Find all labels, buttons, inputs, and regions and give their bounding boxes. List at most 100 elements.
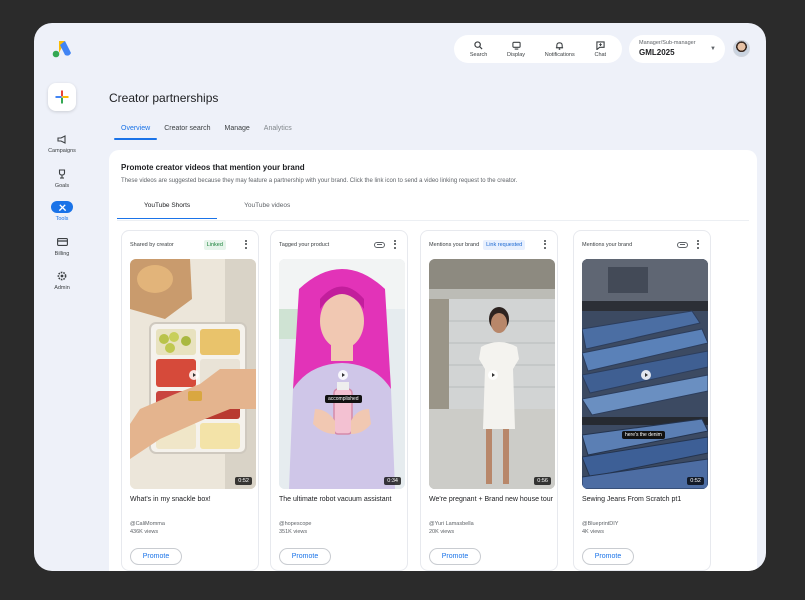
video-duration: 0:56 [534,477,551,485]
promote-button[interactable]: Promote [429,548,481,565]
video-card[interactable]: Shared by creator Linked 0:52 What's in … [121,230,259,571]
video-duration: 0:34 [384,477,401,485]
page-title: Creator partnerships [109,91,219,105]
rail-label-goals: Goals [54,183,70,189]
nav-search-label: Search [469,51,488,58]
rail-item-billing[interactable]: Billing [34,236,90,257]
tab-creator-search[interactable]: Creator search [157,119,217,140]
promote-panel: Promote creator videos that mention your… [109,150,757,571]
avatar[interactable] [733,40,750,57]
rail-item-tools[interactable]: Tools [34,201,90,222]
top-navigation: Search Display Notifications Chat [454,35,622,63]
video-card[interactable]: Mentions your brand here's the denim 0:5… [573,230,711,571]
video-thumbnail[interactable]: here's the denim 0:52 [582,259,708,489]
view-count: 4K views [582,529,605,535]
display-icon [511,41,521,50]
video-title[interactable]: The ultimate robot vacuum assistant [279,495,403,505]
play-icon[interactable] [189,370,199,380]
nav-chat[interactable]: Chat [594,40,607,58]
creator-handle[interactable]: @BlueprintDIY [582,520,618,528]
video-card[interactable]: Tagged your product accomplished 0:34 Th… [270,230,408,571]
creator-handle[interactable]: @Yuri Lamasbella [429,520,474,528]
tools-icon [58,203,66,211]
more-options-icon[interactable] [544,240,547,249]
video-title[interactable]: We're pregnant + Brand new house tour [429,495,553,505]
video-duration: 0:52 [687,477,704,485]
card-source-tag: Mentions your brand [429,242,480,248]
account-selector[interactable]: Manager/Sub-manager GML2025 ▼ [629,35,725,63]
rail-label-campaigns: Campaigns [48,148,76,154]
gear-icon [57,271,67,281]
rail-label-admin: Admin [54,285,70,291]
link-icon[interactable] [677,242,688,248]
video-title[interactable]: What's in my snackle box! [130,495,254,505]
video-overlay-caption: here's the denim [622,431,665,439]
creator-info: @hopescope 351K views [279,520,312,536]
video-thumbnail[interactable]: accomplished 0:34 [279,259,405,489]
view-count: 436K views [130,529,159,535]
play-icon[interactable] [488,370,498,380]
account-id: GML2025 [639,48,675,57]
play-icon[interactable] [338,370,348,380]
nav-search[interactable]: Search [469,40,488,58]
account-role: Manager/Sub-manager [639,40,696,46]
rail-item-campaigns[interactable]: Campaigns [34,133,90,154]
trophy-icon [58,169,66,179]
nav-notifications-label: Notifications [544,51,575,58]
video-type-tabs: YouTube Shorts YouTube videos [117,194,317,219]
creator-info: @BlueprintDIY 4K views [582,520,618,536]
search-icon [474,40,483,50]
more-options-icon[interactable] [697,240,700,249]
tab-youtube-videos[interactable]: YouTube videos [217,194,317,219]
creator-info: @CaliMomma 436K views [130,520,165,536]
creator-info: @Yuri Lamasbella 20K views [429,520,474,536]
rail-item-goals[interactable]: Goals [34,168,90,189]
link-icon[interactable] [374,242,385,248]
chevron-down-icon: ▼ [710,46,716,52]
bell-icon [556,41,564,50]
play-icon[interactable] [641,370,651,380]
divider [117,220,749,221]
nav-display[interactable]: Display [507,41,525,58]
credit-card-icon [56,238,68,246]
creator-handle[interactable]: @hopescope [279,520,312,528]
nav-notifications[interactable]: Notifications [545,41,575,58]
chat-icon [596,40,605,50]
tab-manage[interactable]: Manage [217,119,256,140]
view-count: 351K views [279,529,308,535]
rail-label-billing: Billing [54,251,70,257]
megaphone-icon [57,134,66,144]
app-window: Search Display Notifications Chat Manage… [34,23,766,571]
more-options-icon[interactable] [245,240,248,249]
tab-analytics[interactable]: Analytics [257,119,299,140]
panel-title: Promote creator videos that mention your… [121,163,305,172]
status-badge: Link requested [483,240,526,250]
video-duration: 0:52 [235,477,252,485]
video-overlay-caption: accomplished [325,395,362,403]
google-ads-logo[interactable] [52,40,72,58]
promote-button[interactable]: Promote [279,548,331,565]
card-source-tag: Tagged your product [279,242,330,248]
creator-handle[interactable]: @CaliMomma [130,520,165,528]
panel-subtitle: These videos are suggested because they … [121,178,518,184]
video-thumbnail[interactable]: 0:52 [130,259,256,489]
card-source-tag: Mentions your brand [582,242,633,248]
tab-overview[interactable]: Overview [114,119,158,140]
nav-display-label: Display [507,51,526,58]
rail-label-tools: Tools [55,216,69,222]
video-thumbnail[interactable]: 0:56 [429,259,555,489]
rail-item-admin[interactable]: Admin [34,270,90,291]
status-badge: Linked [203,240,226,250]
create-button[interactable] [48,83,76,111]
view-count: 20K views [429,529,455,535]
promote-button[interactable]: Promote [582,548,634,565]
tab-youtube-shorts[interactable]: YouTube Shorts [117,194,218,219]
nav-chat-label: Chat [594,51,607,58]
main-tabs: Overview Creator search Manage Analytics [114,119,299,140]
card-source-tag: Shared by creator [130,242,174,248]
video-title[interactable]: Sewing Jeans From Scratch pt1 [582,495,706,505]
plus-icon [55,90,69,104]
video-card[interactable]: Mentions your brand Link requested 0:56 … [420,230,558,571]
more-options-icon[interactable] [394,240,397,249]
promote-button[interactable]: Promote [130,548,182,565]
